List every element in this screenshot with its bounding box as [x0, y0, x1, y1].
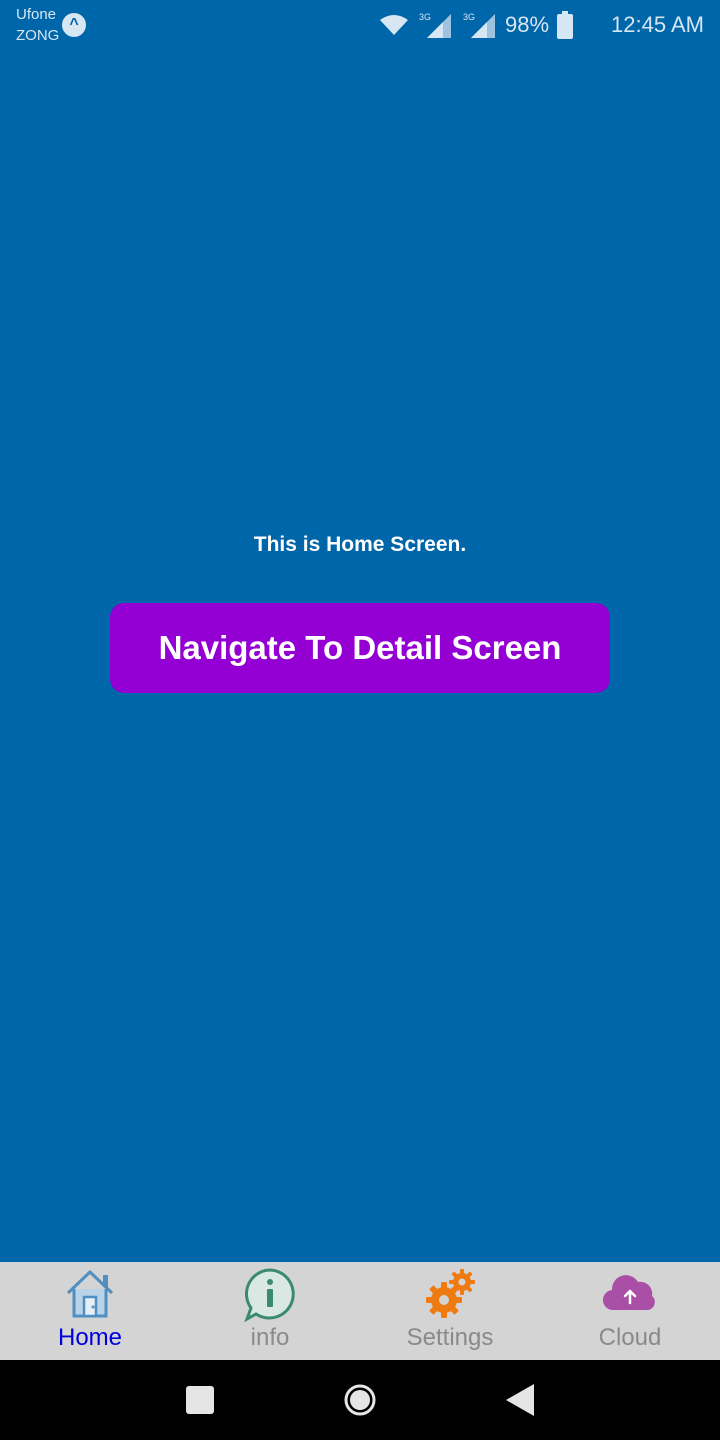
status-bar: Ufone ZONG ^ 3G 3G 98% 12:45 AM: [0, 0, 720, 50]
tab-settings[interactable]: Settings: [360, 1262, 540, 1360]
tab-cloud-label: Cloud: [598, 1324, 662, 1351]
system-navigation-bar: [0, 1360, 720, 1440]
bottom-tab-bar: Home info Settings Cloud: [0, 1262, 720, 1360]
screen: Ufone ZONG ^ 3G 3G 98% 12:45 AM This is …: [0, 0, 720, 1440]
info-icon: [242, 1266, 298, 1322]
battery-percent: 98%: [505, 12, 550, 37]
app-notification-icon: ^: [62, 13, 86, 37]
battery-icon: [557, 11, 574, 39]
carrier-names: Ufone ZONG: [16, 4, 59, 46]
back-triangle-icon: [506, 1384, 534, 1416]
tab-info-label: info: [250, 1324, 290, 1351]
home-screen-message: This is Home Screen.: [253, 533, 467, 556]
gears-icon: [422, 1266, 478, 1322]
home-system-button[interactable]: [340, 1380, 380, 1420]
back-button[interactable]: [500, 1380, 540, 1420]
square-icon: [186, 1386, 214, 1414]
navigate-to-detail-button[interactable]: Navigate To Detail Screen: [110, 603, 610, 693]
circle-icon: [344, 1384, 376, 1416]
signal-icon-2: 3G: [461, 10, 497, 40]
tab-info[interactable]: info: [180, 1262, 360, 1360]
carrier-2: ZONG: [16, 27, 60, 44]
signal-icon-1: 3G: [417, 10, 453, 40]
wifi-icon: [379, 14, 409, 36]
tab-home-label: Home: [57, 1324, 123, 1351]
cloud-upload-icon: [602, 1266, 658, 1322]
tab-settings-label: Settings: [406, 1324, 494, 1351]
home-icon: [62, 1266, 118, 1322]
network-type-1: 3G: [419, 12, 431, 22]
status-indicators: 3G 3G 98% 12:45 AM: [379, 8, 704, 42]
carrier-1: Ufone: [16, 6, 57, 23]
tab-cloud[interactable]: Cloud: [540, 1262, 720, 1360]
clock: 12:45 AM: [611, 12, 704, 37]
network-type-2: 3G: [463, 12, 475, 22]
recent-apps-button[interactable]: [180, 1380, 220, 1420]
tab-home[interactable]: Home: [0, 1262, 180, 1360]
